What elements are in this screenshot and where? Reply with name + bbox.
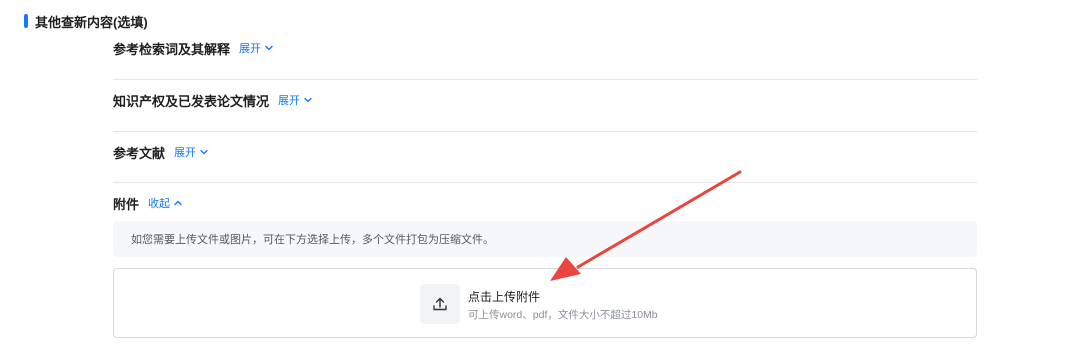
divider (113, 131, 977, 132)
divider (113, 79, 977, 80)
upload-hint: 可上传word、pdf，文件大小不超过10Mb (468, 309, 658, 321)
chevron-up-icon (174, 200, 182, 206)
section-header: 其他查新内容(选填) (24, 12, 148, 30)
collapse-item-references: 参考文献 展开 (113, 142, 977, 162)
collapse-item-ip-papers: 知识产权及已发表论文情况 展开 (113, 90, 977, 110)
section-title: 其他查新内容(选填) (35, 14, 148, 30)
item-title: 参考检索词及其解释 (113, 41, 231, 57)
item-title: 知识产权及已发表论文情况 (113, 93, 270, 109)
collapse-item-search-terms: 参考检索词及其解释 展开 (113, 38, 977, 58)
toggle-label: 展开 (278, 95, 301, 107)
upload-label: 点击上传附件 (468, 290, 541, 304)
expand-toggle[interactable]: 展开 (174, 144, 209, 160)
chevron-down-icon (304, 97, 312, 103)
attachment-hint: 如您需要上传文件或图片，可在下方选择上传，多个文件打包为压缩文件。 (113, 221, 977, 257)
attachment-hint-text: 如您需要上传文件或图片，可在下方选择上传，多个文件打包为压缩文件。 (131, 234, 494, 246)
section-accent-bar (24, 14, 28, 28)
toggle-label: 展开 (174, 147, 197, 159)
expand-toggle[interactable]: 展开 (239, 40, 274, 56)
toggle-label: 展开 (239, 43, 262, 55)
upload-dropzone[interactable]: 点击上传附件 可上传word、pdf，文件大小不超过10Mb (113, 268, 977, 338)
divider (113, 182, 977, 183)
toggle-label: 收起 (148, 198, 171, 210)
upload-icon-button[interactable] (420, 284, 460, 324)
item-title: 参考文献 (113, 145, 166, 161)
collapse-item-attachment: 附件 收起 (113, 193, 977, 213)
expand-toggle[interactable]: 展开 (278, 92, 313, 108)
upload-icon (433, 297, 447, 311)
chevron-down-icon (200, 149, 208, 155)
chevron-down-icon (265, 45, 273, 51)
collapse-toggle[interactable]: 收起 (148, 195, 183, 211)
item-title: 附件 (113, 196, 140, 212)
upload-text: 点击上传附件 可上传word、pdf，文件大小不超过10Mb (468, 289, 658, 322)
